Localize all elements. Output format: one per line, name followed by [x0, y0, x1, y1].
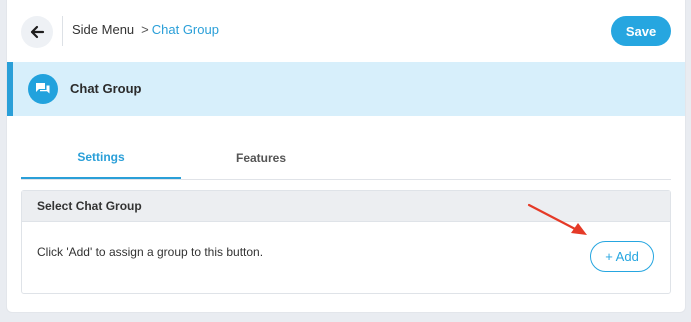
tab-features[interactable]: Features	[181, 136, 341, 179]
add-group-button[interactable]: + Add	[590, 241, 654, 272]
top-header: Side Menu > Chat Group Save	[7, 0, 685, 62]
tab-bar: Settings Features	[21, 136, 671, 180]
arrow-left-icon	[30, 25, 45, 39]
panel-hint: Click 'Add' to assign a group to this bu…	[37, 245, 264, 259]
back-button[interactable]	[21, 16, 53, 48]
annotation-arrow-icon	[527, 203, 587, 235]
save-button[interactable]: Save	[611, 16, 671, 46]
settings-card: Side Menu > Chat Group Save Chat Group S…	[6, 0, 686, 313]
page-title-bar: Chat Group	[7, 62, 685, 116]
breadcrumb: Side Menu > Chat Group	[72, 22, 219, 37]
chat-bubbles-icon	[28, 74, 58, 104]
header-divider	[62, 16, 63, 46]
breadcrumb-separator: >	[141, 22, 149, 37]
breadcrumb-current: Chat Group	[151, 22, 219, 37]
breadcrumb-root[interactable]: Side Menu	[72, 22, 134, 37]
tab-settings[interactable]: Settings	[21, 136, 181, 179]
page-title: Chat Group	[70, 81, 142, 96]
